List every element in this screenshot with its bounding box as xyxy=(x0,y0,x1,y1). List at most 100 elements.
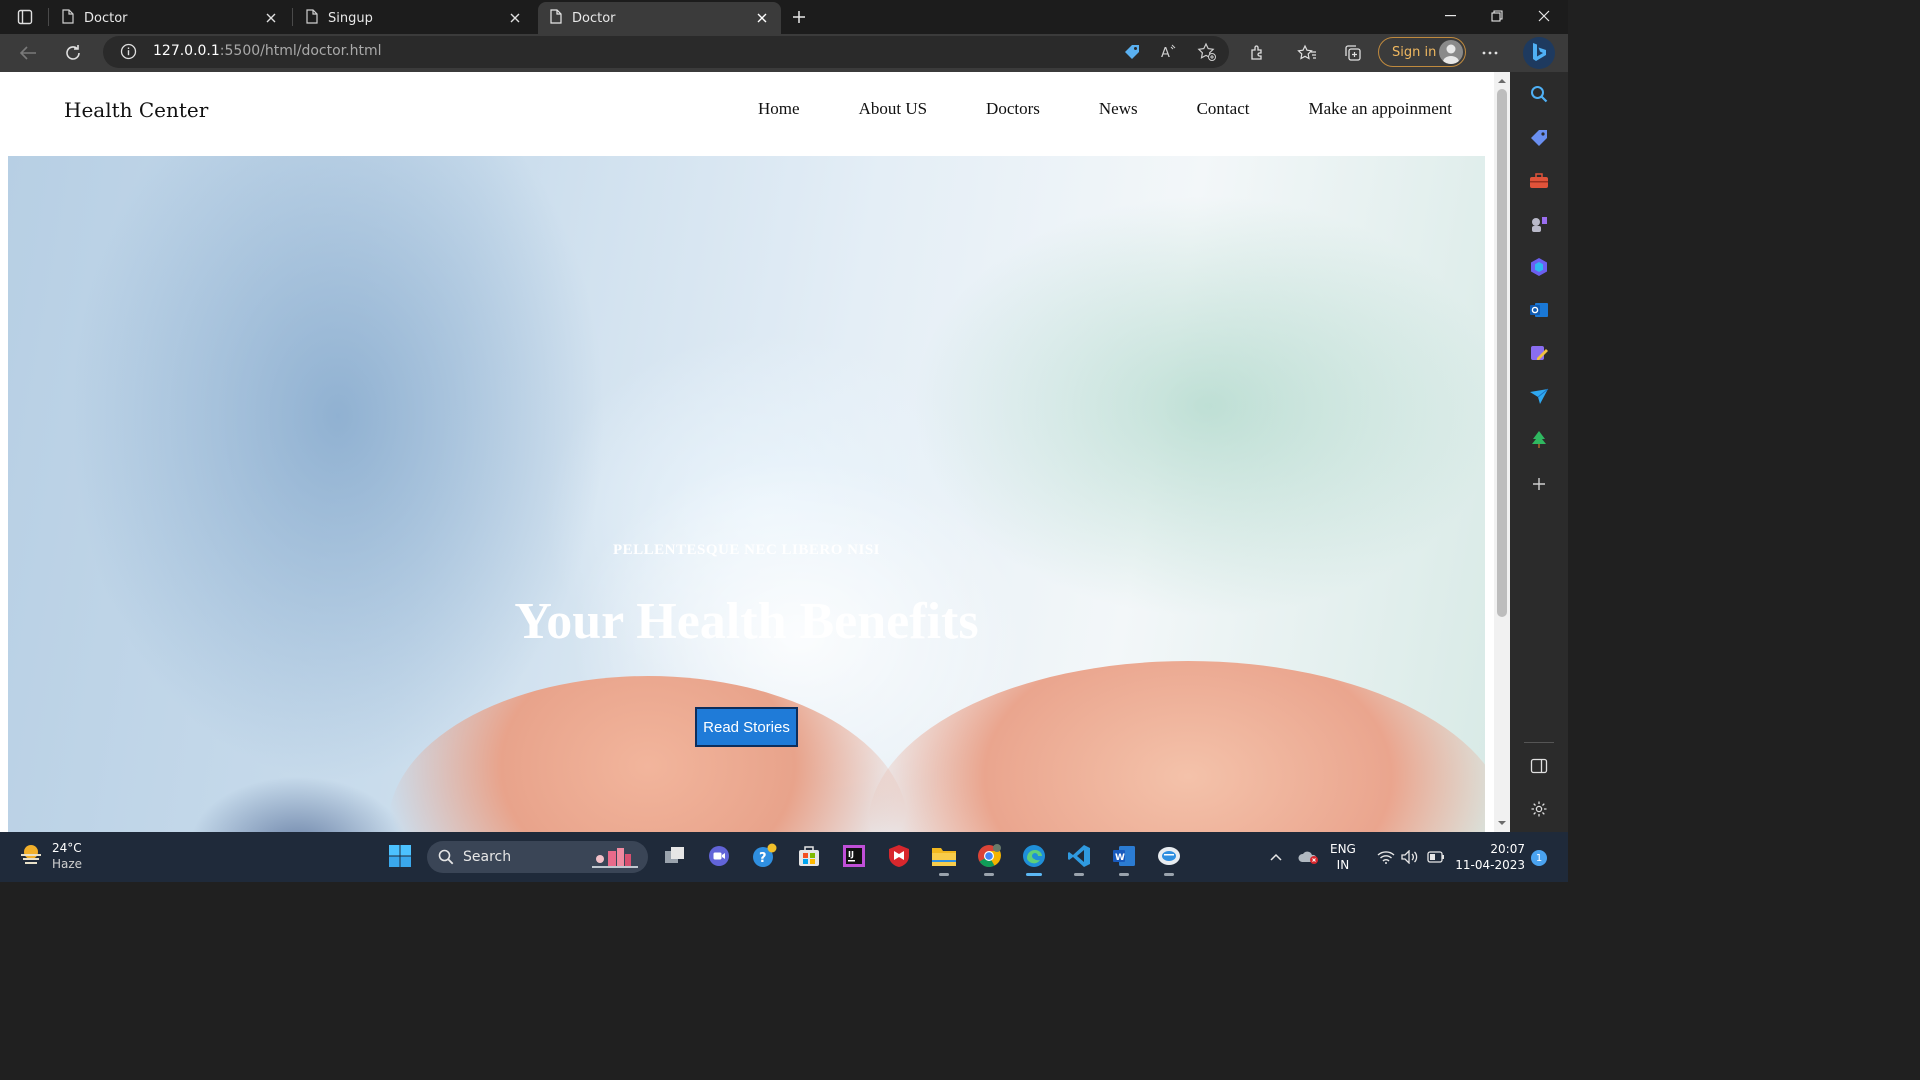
microsoft-365-icon[interactable] xyxy=(1527,255,1551,279)
volume-icon[interactable] xyxy=(1400,832,1420,882)
start-windows-icon[interactable] xyxy=(386,842,414,870)
nav-appointment[interactable]: Make an appoinment xyxy=(1308,99,1452,119)
running-indicator xyxy=(1164,873,1174,876)
site-info-icon[interactable] xyxy=(120,43,137,64)
hero-photo-sleeve xyxy=(188,776,408,832)
designer-pen-icon[interactable] xyxy=(1527,341,1551,365)
shopping-tag-icon[interactable] xyxy=(1527,126,1551,150)
site-nav: Home About US Doctors News Contact Make … xyxy=(699,99,1452,119)
page-scrollbar[interactable] xyxy=(1494,72,1510,832)
notification-badge[interactable]: 1 xyxy=(1531,850,1547,866)
add-sidebar-app-icon[interactable] xyxy=(1527,472,1551,496)
running-indicator xyxy=(1074,873,1084,876)
word-icon[interactable]: W xyxy=(1110,842,1138,876)
vscode-icon[interactable] xyxy=(1065,842,1093,876)
page-icon xyxy=(62,8,74,28)
hero-headline: Your Health Benefits xyxy=(514,593,979,650)
sidebar-settings-gear-icon[interactable] xyxy=(1527,797,1551,821)
tab-actions-icon[interactable] xyxy=(8,5,42,29)
hero-kicker: PELLENTESQUE NEC LIBERO NISI xyxy=(613,542,880,558)
weather-condition: Haze xyxy=(52,857,83,871)
more-options-icon[interactable] xyxy=(1475,38,1505,68)
battery-icon[interactable] xyxy=(1425,832,1447,882)
taskbar-search-box[interactable]: Search xyxy=(427,841,648,873)
microsoft-store-icon[interactable] xyxy=(795,842,823,870)
input-language-indicator[interactable]: ENG IN xyxy=(1330,841,1356,873)
onedrive-error-icon[interactable] xyxy=(1296,832,1322,882)
new-tab-button[interactable] xyxy=(786,4,812,30)
collections-icon[interactable] xyxy=(1338,38,1368,68)
tab-title: Singup xyxy=(328,10,373,26)
scrollbar-thumb[interactable] xyxy=(1497,89,1507,617)
remote-chat-icon[interactable] xyxy=(1155,842,1183,876)
edge-browser-icon[interactable] xyxy=(1020,842,1048,876)
teams-chat-icon[interactable] xyxy=(705,842,733,870)
tab-doctor-active[interactable]: Doctor xyxy=(538,2,781,34)
sign-in-button[interactable]: Sign in xyxy=(1378,37,1466,67)
running-indicator xyxy=(984,873,994,876)
svg-text:W: W xyxy=(1115,853,1125,863)
svg-text:?: ? xyxy=(759,851,767,866)
taskbar-search-label: Search xyxy=(463,849,512,865)
get-help-icon[interactable]: ? xyxy=(750,842,778,870)
profile-avatar-icon xyxy=(1439,40,1463,64)
close-tab-icon[interactable] xyxy=(262,9,280,27)
close-window-button[interactable] xyxy=(1521,0,1567,32)
site-header: Health Center Home About US Doctors News… xyxy=(0,72,1494,156)
send-paper-plane-icon[interactable] xyxy=(1527,384,1551,408)
wifi-icon[interactable] xyxy=(1376,832,1396,882)
nav-news[interactable]: News xyxy=(1099,99,1138,119)
page-viewport: Health Center Home About US Doctors News… xyxy=(0,72,1510,832)
games-icon[interactable] xyxy=(1527,212,1551,236)
chrome-icon[interactable] xyxy=(975,842,1003,876)
show-hidden-icons-chevron-icon[interactable] xyxy=(1265,832,1287,882)
hide-sidebar-icon[interactable] xyxy=(1527,754,1551,778)
task-view-icon[interactable] xyxy=(661,842,689,870)
system-clock[interactable]: 20:07 11-04-2023 xyxy=(1455,841,1525,873)
restore-button[interactable] xyxy=(1474,0,1520,32)
back-button[interactable] xyxy=(13,38,43,68)
scroll-down-arrow-icon[interactable] xyxy=(1498,819,1506,827)
tab-strip: Doctor Singup Doctor xyxy=(0,0,1568,34)
close-tab-icon[interactable] xyxy=(506,9,524,27)
nav-doctors[interactable]: Doctors xyxy=(986,99,1040,119)
file-explorer-icon[interactable] xyxy=(930,842,958,876)
read-stories-button[interactable]: Read Stories xyxy=(695,707,798,747)
close-tab-icon[interactable] xyxy=(753,9,771,27)
url-text[interactable]: 127.0.0.1:5500/html/doctor.html xyxy=(153,43,381,59)
page-icon xyxy=(306,8,318,28)
extensions-icon[interactable] xyxy=(1243,38,1273,68)
address-bar[interactable]: 127.0.0.1:5500/html/doctor.html A xyxy=(103,36,1229,68)
tools-briefcase-icon[interactable] xyxy=(1527,169,1551,193)
search-icon[interactable] xyxy=(1527,82,1551,106)
nav-home[interactable]: Home xyxy=(758,99,800,119)
favorites-icon[interactable] xyxy=(1292,38,1322,68)
url-path: :5500/html/doctor.html xyxy=(219,43,382,59)
minimize-button[interactable] xyxy=(1427,0,1473,32)
svg-text:A: A xyxy=(1161,46,1170,61)
bing-copilot-icon[interactable] xyxy=(1523,37,1555,69)
nav-contact[interactable]: Contact xyxy=(1197,99,1250,119)
tab-singup[interactable]: Singup xyxy=(294,2,534,34)
refresh-button[interactable] xyxy=(58,38,88,68)
sign-in-label: Sign in xyxy=(1392,44,1437,60)
browser-toolbar: 127.0.0.1:5500/html/doctor.html A Sign i… xyxy=(0,34,1568,72)
hero-banner: PELLENTESQUE NEC LIBERO NISI Your Health… xyxy=(8,156,1485,832)
tab-title: Doctor xyxy=(84,10,128,26)
tab-title: Doctor xyxy=(572,10,616,26)
read-aloud-icon[interactable]: A xyxy=(1160,43,1178,65)
mcafee-shield-icon[interactable] xyxy=(885,842,913,870)
weather-widget[interactable]: 24°C Haze xyxy=(18,840,82,872)
intellij-idea-icon[interactable]: IJ xyxy=(840,842,868,870)
svg-text:IJ: IJ xyxy=(848,850,854,859)
lang-code: ENG xyxy=(1330,842,1356,856)
tree-icon[interactable] xyxy=(1527,427,1551,451)
outlook-icon[interactable] xyxy=(1527,298,1551,322)
tab-doctor-1[interactable]: Doctor xyxy=(50,2,290,34)
windows-taskbar: 24°C Haze Search ? IJ W ENG IN 20:07 11-… xyxy=(0,832,1568,882)
scroll-up-arrow-icon[interactable] xyxy=(1498,77,1506,85)
coupon-tag-icon[interactable] xyxy=(1123,43,1141,65)
nav-about-us[interactable]: About US xyxy=(859,99,927,119)
site-brand[interactable]: Health Center xyxy=(64,98,208,122)
add-favorite-icon[interactable] xyxy=(1197,42,1217,66)
